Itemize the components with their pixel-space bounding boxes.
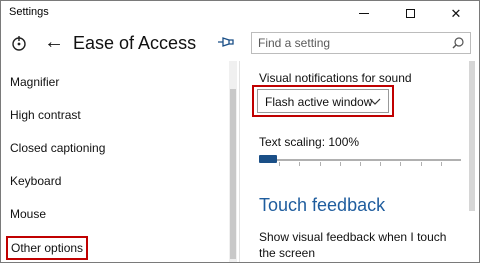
sidebar-item-other-options[interactable]: Other options	[1, 231, 227, 262]
dropdown-selected-value: Flash active window	[265, 95, 373, 109]
search-box[interactable]	[251, 32, 471, 54]
sidebar-item-label: Mouse	[10, 207, 47, 221]
home-icon[interactable]	[10, 34, 28, 52]
close-button[interactable]: ✕	[433, 1, 479, 25]
visual-notifications-label: Visual notifications for sound	[259, 71, 412, 85]
text-scaling-slider[interactable]	[259, 153, 461, 167]
title-bar: Settings ✕	[1, 1, 479, 25]
slider-tick	[299, 162, 300, 166]
maximize-button[interactable]	[387, 1, 433, 25]
sidebar-item-label: Keyboard	[10, 174, 62, 188]
close-icon: ✕	[450, 5, 462, 21]
visual-notifications-dropdown[interactable]: Flash active window	[257, 89, 389, 113]
page-title: Ease of Access	[73, 33, 197, 53]
search-input[interactable]	[252, 33, 442, 53]
chevron-down-icon	[369, 98, 381, 105]
window-title: Settings	[9, 6, 49, 18]
minimize-icon	[359, 12, 369, 14]
content-scrollbar[interactable]	[467, 61, 477, 262]
back-arrow-icon[interactable]: ←	[44, 32, 64, 52]
sidebar-scrollbar-thumb[interactable]	[230, 89, 236, 259]
touch-feedback-description: Show visual feedback when I touch the sc…	[259, 230, 447, 260]
settings-window: Settings ✕ ← Ease of Access Magnifier Hi…	[0, 0, 480, 263]
sidebar-item-mouse[interactable]: Mouse	[1, 198, 227, 231]
sidebar-item-label: Other options	[6, 236, 89, 260]
sidebar-item-keyboard[interactable]: Keyboard	[1, 165, 227, 198]
slider-tick	[421, 162, 422, 166]
pin-icon[interactable]	[217, 35, 235, 49]
sidebar-scrollbar[interactable]	[229, 61, 237, 262]
slider-tick	[380, 162, 381, 166]
minimize-button[interactable]	[341, 1, 387, 25]
content-scrollbar-thumb[interactable]	[469, 61, 475, 211]
sidebar-item-label: Magnifier	[10, 75, 60, 89]
sidebar-item-label: High contrast	[10, 108, 81, 122]
text-scaling-label: Text scaling: 100%	[259, 135, 360, 149]
slider-thumb[interactable]	[259, 155, 277, 163]
sidebar-nav: Magnifier High contrast Closed captionin…	[1, 61, 241, 262]
slider-tick	[320, 162, 321, 166]
touch-feedback-heading: Touch feedback	[259, 195, 386, 215]
sidebar-item-label: Closed captioning	[10, 141, 106, 155]
slider-tick	[340, 162, 341, 166]
sidebar-item-closed-captioning[interactable]: Closed captioning	[1, 132, 227, 165]
slider-track	[259, 159, 461, 161]
slider-tick	[279, 162, 280, 166]
sidebar-item-magnifier[interactable]: Magnifier	[1, 66, 227, 99]
sidebar-item-high-contrast[interactable]: High contrast	[1, 99, 227, 132]
maximize-icon	[405, 8, 415, 18]
slider-tick	[400, 162, 401, 166]
slider-tick	[441, 162, 442, 166]
slider-tick	[360, 162, 361, 166]
search-icon[interactable]	[452, 37, 464, 49]
content-pane: Visual notifications for sound Flash act…	[241, 61, 479, 262]
pane-divider	[239, 61, 240, 262]
